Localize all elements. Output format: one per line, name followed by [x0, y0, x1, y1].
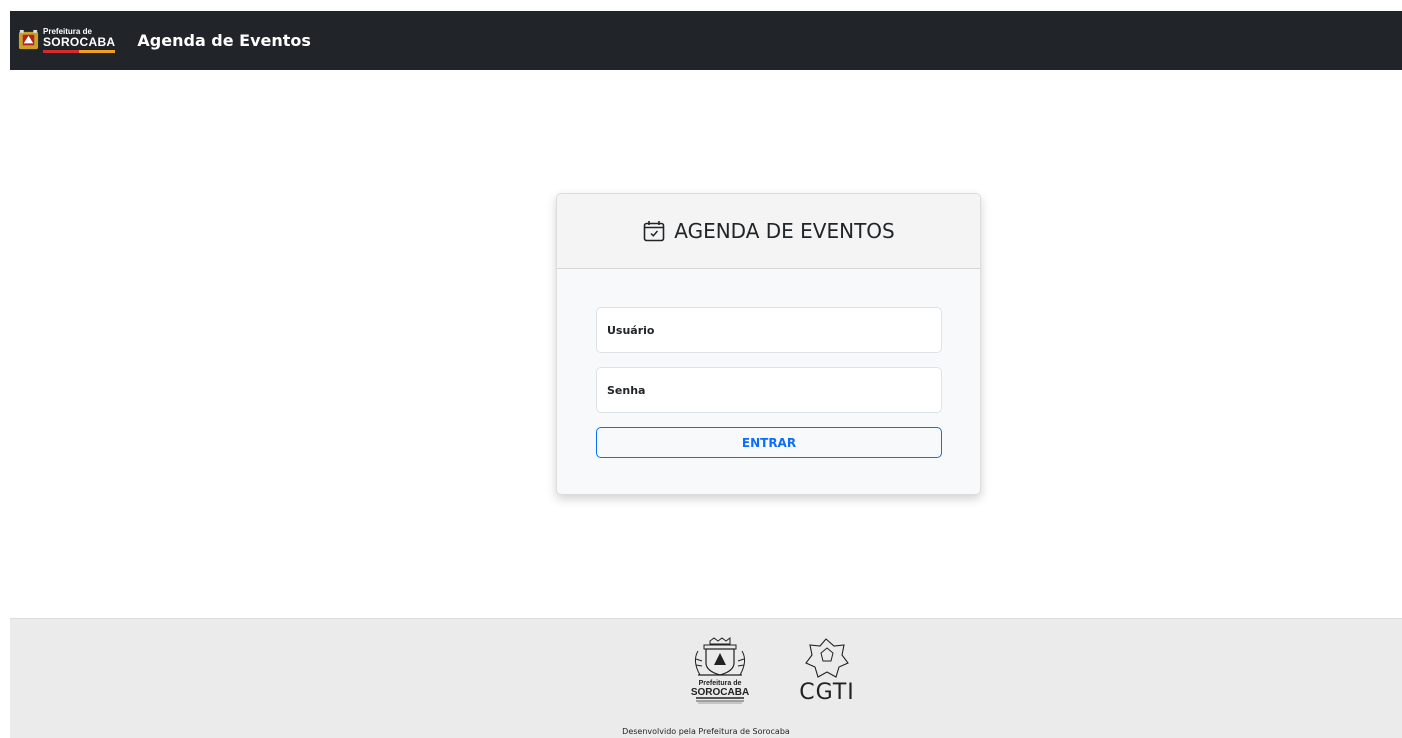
password-placeholder: Senha — [607, 383, 646, 397]
login-card: AGENDA DE EVENTOS Usuário Senha ENTRAR — [556, 193, 981, 495]
login-card-header: AGENDA DE EVENTOS — [557, 194, 980, 269]
login-button[interactable]: ENTRAR — [596, 427, 942, 458]
brand-big-text: SOROCABA — [43, 35, 116, 49]
top-navbar: Prefeitura de SOROCABA Agenda de Eventos — [10, 11, 1402, 70]
app-title[interactable]: Agenda de Eventos — [137, 31, 311, 50]
footer-logos: Prefeitura de SOROCABA CGTI — [691, 637, 855, 705]
username-field[interactable]: Usuário — [596, 307, 942, 353]
crest-icon — [18, 29, 39, 50]
footer-caption: Desenvolvido pela Prefeitura de Sorocaba — [622, 727, 790, 736]
password-field[interactable]: Senha — [596, 367, 942, 413]
brand-logo[interactable]: Prefeitura de SOROCABA — [17, 22, 116, 60]
brand-underline — [43, 50, 116, 53]
sorocaba-crest-icon — [694, 637, 746, 676]
login-title-text: AGENDA DE EVENTOS — [674, 219, 895, 243]
username-placeholder: Usuário — [607, 323, 655, 337]
login-title: AGENDA DE EVENTOS — [642, 219, 895, 243]
page: Prefeitura de SOROCABA Agenda de Eventos… — [0, 0, 1402, 738]
footer-logo1-big: SOROCABA — [691, 687, 749, 698]
footer-logo1-small: Prefeitura de — [699, 680, 742, 687]
cgti-logo-icon — [805, 638, 849, 678]
calendar-check-icon — [643, 221, 665, 242]
footer-logo2-text: CGTI — [799, 680, 855, 705]
footer: Prefeitura de SOROCABA CGTI Desenvolvido… — [10, 618, 1402, 738]
left-margin — [0, 0, 10, 738]
